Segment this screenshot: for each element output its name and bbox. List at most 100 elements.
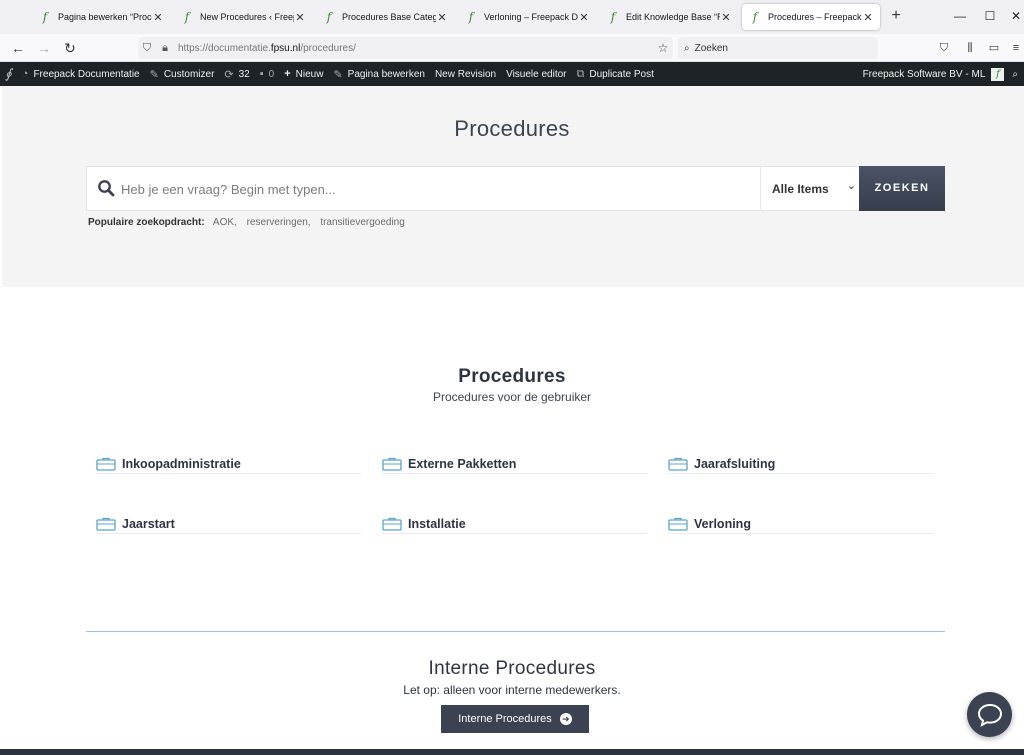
edit-page-link[interactable]: ✎ Pagina bewerken bbox=[328, 62, 430, 86]
sidebar-icon[interactable]: ▭ bbox=[984, 38, 1004, 58]
brush-icon: ✎ bbox=[149, 68, 159, 81]
admin-search-icon[interactable]: ⌕ bbox=[1010, 62, 1024, 86]
category-link-installatie[interactable]: Installatie bbox=[382, 514, 647, 534]
pocket-icon[interactable]: ⛉ bbox=[934, 38, 954, 58]
visual-editor-label: Visuele editor bbox=[506, 68, 567, 80]
close-tab-icon[interactable]: ✕ bbox=[152, 11, 164, 24]
browser-tab[interactable]: f Pagina bewerken “Procedures ✕ bbox=[32, 4, 170, 30]
close-tab-icon[interactable]: ✕ bbox=[294, 11, 306, 24]
site-name-link[interactable]: ◔ Freepack Documentatie bbox=[17, 62, 145, 86]
freepack-favicon-icon: f bbox=[326, 10, 332, 24]
popular-searches: Populaire zoekopdracht: AOK, reservering… bbox=[88, 217, 412, 228]
popular-tag-link[interactable]: transitievergoeding bbox=[320, 217, 405, 228]
search-icon bbox=[98, 180, 115, 197]
minimize-icon[interactable]: — bbox=[948, 6, 972, 26]
close-window-icon[interactable]: ✕ bbox=[1004, 6, 1024, 26]
url-path: /procedures/ bbox=[300, 42, 356, 54]
category-link-externe-pakketten[interactable]: Externe Pakketten bbox=[382, 454, 647, 474]
browser-tab[interactable]: f Procedures Base Categories ✕ bbox=[316, 4, 454, 30]
category-link-jaarafsluiting[interactable]: Jaarafsluiting bbox=[668, 454, 933, 474]
browser-tab[interactable]: f Edit Knowledge Base “Regels ✕ bbox=[600, 4, 738, 30]
category-link-inkoopadministratie[interactable]: Inkoopadministratie bbox=[96, 454, 361, 474]
close-tab-icon[interactable]: ✕ bbox=[436, 11, 448, 24]
internal-procedures-button[interactable]: Interne Procedures ➜ bbox=[441, 705, 589, 733]
category-label: Externe Pakketten bbox=[408, 456, 517, 471]
shield-icon[interactable]: ⛉ bbox=[138, 42, 156, 55]
chevron-down-icon: ⌄ bbox=[846, 180, 856, 192]
new-content-link[interactable]: + Nieuw bbox=[279, 62, 328, 86]
category-link-verloning[interactable]: Verloning bbox=[668, 514, 933, 534]
tab-label: New Procedures ‹ Freepack bbox=[200, 12, 294, 22]
bookmark-star-icon[interactable]: ☆ bbox=[653, 41, 673, 55]
dashboard-icon: ◔ bbox=[21, 68, 29, 80]
address-bar[interactable]: ⛉ 🔒︎ https://documentatie.fpsu.nl/proced… bbox=[138, 37, 673, 59]
freepack-logo-icon: ∮ bbox=[5, 66, 12, 82]
search-icon: ⌕ bbox=[684, 42, 690, 54]
chat-icon bbox=[977, 703, 1002, 727]
url-prefix: https://documentatie. bbox=[178, 42, 271, 54]
wp-logo[interactable]: ∮ bbox=[0, 62, 17, 86]
briefcase-icon bbox=[382, 457, 402, 471]
internal-section-title: Interne Procedures bbox=[428, 658, 596, 679]
tab-label: Procedures Base Categories bbox=[342, 12, 436, 22]
duplicate-icon: ⧉ bbox=[576, 67, 585, 80]
forward-arrow-icon[interactable]: → bbox=[34, 38, 54, 58]
briefcase-icon bbox=[668, 517, 688, 531]
freepack-favicon-icon: f bbox=[752, 10, 758, 24]
edit-page-label: Pagina bewerken bbox=[347, 68, 425, 80]
briefcase-icon bbox=[96, 517, 116, 531]
menu-icon[interactable]: ≡ bbox=[1006, 38, 1024, 58]
duplicate-post-link[interactable]: ⧉ Duplicate Post bbox=[572, 62, 659, 86]
browser-search-field[interactable]: ⌕ Zoeken bbox=[678, 37, 878, 59]
maximize-icon[interactable]: ☐ bbox=[978, 6, 1002, 26]
customizer-link[interactable]: ✎ Customizer bbox=[145, 62, 220, 86]
category-label: Verloning bbox=[694, 516, 751, 531]
briefcase-icon bbox=[96, 457, 116, 471]
url-text[interactable]: https://documentatie.fpsu.nl/procedures/ bbox=[178, 43, 653, 54]
close-tab-icon[interactable]: ✕ bbox=[720, 11, 732, 24]
updates-link[interactable]: ⟳ 32 bbox=[219, 62, 254, 86]
lock-icon[interactable]: 🔒︎ bbox=[156, 42, 174, 55]
new-revision-link[interactable]: New Revision bbox=[430, 62, 501, 86]
category-label: Inkoopadministratie bbox=[122, 456, 241, 471]
browser-tab-active[interactable]: f Procedures – Freepack Documentatie ✕ bbox=[742, 4, 880, 30]
popular-label: Populaire zoekopdracht: bbox=[88, 217, 205, 228]
site-name: Freepack Documentatie bbox=[33, 68, 140, 80]
back-arrow-icon[interactable]: ← bbox=[8, 38, 28, 58]
category-label: Jaarafsluiting bbox=[694, 456, 776, 471]
browser-tab[interactable]: f New Procedures ‹ Freepack ✕ bbox=[174, 4, 312, 30]
popular-tag-link[interactable]: reserveringen, bbox=[247, 217, 311, 228]
updates-icon: ⟳ bbox=[224, 68, 234, 81]
search-input[interactable] bbox=[121, 177, 741, 201]
category-label: Jaarstart bbox=[122, 516, 175, 531]
os-taskbar bbox=[0, 749, 1024, 755]
close-tab-icon[interactable]: ✕ bbox=[578, 11, 590, 24]
new-label: Nieuw bbox=[295, 68, 324, 80]
search-button[interactable]: ZOEKEN bbox=[859, 166, 945, 211]
internal-section-subtitle: Let op: alleen voor interne medewerkers. bbox=[403, 683, 621, 697]
briefcase-icon bbox=[382, 517, 402, 531]
library-icon[interactable]: ⫼ bbox=[960, 38, 980, 58]
my-account-link[interactable]: Freepack Software BV - ML f bbox=[858, 62, 1011, 86]
visual-editor-link[interactable]: Visuele editor bbox=[501, 62, 571, 86]
page-title: Procedures bbox=[454, 116, 570, 141]
freepack-favicon-icon: f bbox=[468, 10, 474, 24]
reload-icon[interactable]: ↻ bbox=[60, 38, 80, 58]
category-link-jaarstart[interactable]: Jaarstart bbox=[96, 514, 361, 534]
pencil-icon: ✎ bbox=[333, 68, 343, 81]
new-tab-button[interactable]: + bbox=[886, 6, 906, 26]
comment-icon: ▪ bbox=[259, 68, 264, 80]
chat-bubble-button[interactable] bbox=[967, 692, 1012, 737]
close-tab-icon[interactable]: ✕ bbox=[862, 11, 874, 24]
freepack-favicon-icon: f bbox=[42, 10, 48, 24]
category-select[interactable]: Alle Items ⌄ bbox=[760, 167, 860, 210]
section-divider bbox=[86, 631, 945, 632]
browser-tab-bar: f Pagina bewerken “Procedures ✕ f New Pr… bbox=[0, 0, 1024, 34]
new-revision-label: New Revision bbox=[434, 68, 497, 80]
page-edge bbox=[0, 86, 2, 749]
comments-link[interactable]: ▪ 0 bbox=[255, 62, 279, 86]
section-title: Procedures bbox=[458, 366, 566, 387]
browser-nav-bar: ← → ↻ ⛉ 🔒︎ https://documentatie.fpsu.nl/… bbox=[0, 34, 1024, 62]
popular-tag-link[interactable]: AOK, bbox=[213, 217, 237, 228]
browser-tab[interactable]: f Verloning – Freepack Documentatie ✕ bbox=[458, 4, 596, 30]
